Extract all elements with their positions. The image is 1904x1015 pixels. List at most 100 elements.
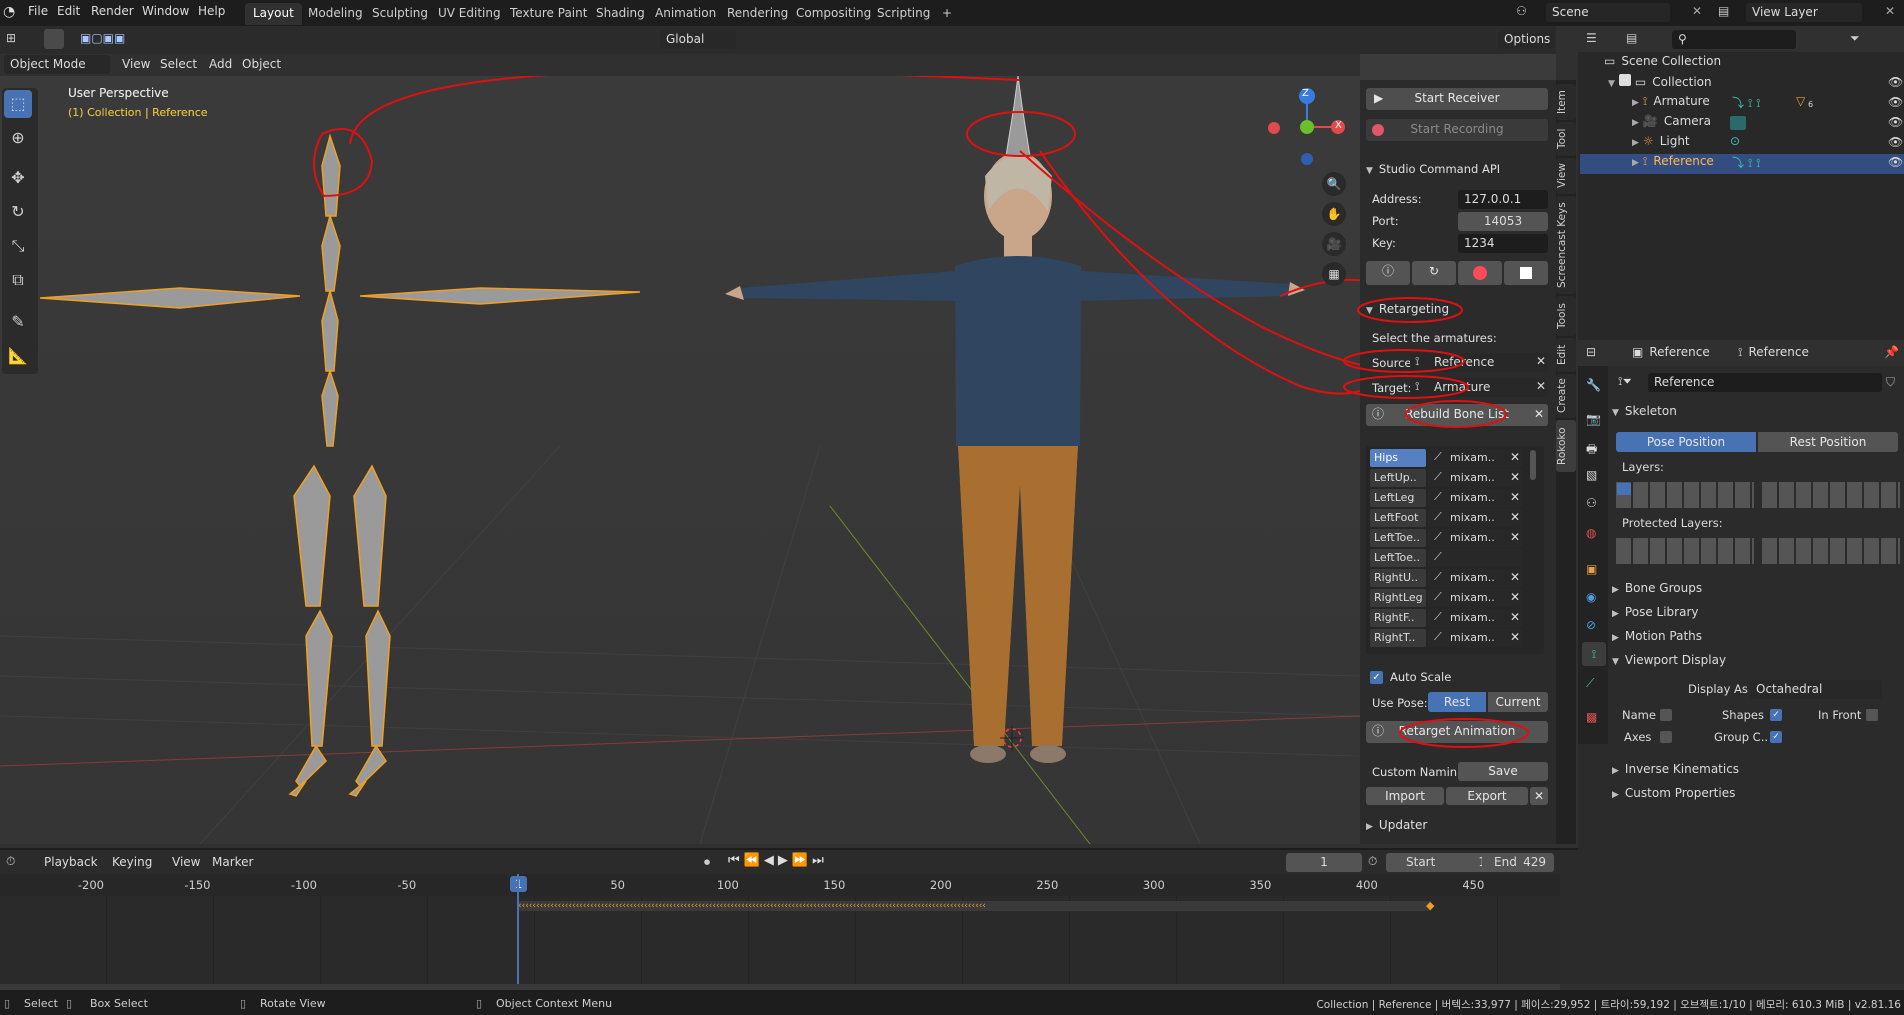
transform-tool-icon[interactable]: ⧉ (4, 266, 32, 294)
record-icon[interactable] (1458, 261, 1502, 285)
protected-layer-grid[interactable] (1616, 538, 1754, 564)
in-front-checkbox[interactable] (1866, 709, 1878, 721)
eye-icon[interactable]: 👁 (1888, 115, 1903, 129)
editor-type-icon[interactable]: ☰ (1586, 31, 1597, 45)
scale-tool-icon[interactable]: ⤡ (4, 232, 32, 260)
menu-playback[interactable]: Playback (44, 855, 98, 869)
display-as-select[interactable]: Octahedral (1750, 680, 1882, 699)
skeleton-header[interactable]: ▼ Skeleton (1612, 404, 1677, 418)
eye-icon[interactable]: 👁 (1888, 75, 1903, 89)
keyframe-end-icon[interactable]: ◆ (1426, 899, 1434, 912)
pin-icon[interactable]: 📌 (1884, 345, 1899, 359)
perspective-toggle-icon[interactable]: ▦ (1322, 262, 1346, 286)
tab-item[interactable]: Item (1556, 84, 1576, 120)
motion-paths-header[interactable]: ▶ Motion Paths (1612, 629, 1702, 643)
eye-icon[interactable]: 👁 (1888, 155, 1903, 169)
close-icon[interactable]: ✕ (1885, 4, 1895, 18)
measure-tool-icon[interactable]: 📐 (4, 342, 32, 370)
tab-create[interactable]: Create (1556, 374, 1576, 418)
port-field[interactable]: 14053 (1458, 212, 1548, 231)
key-field[interactable]: 1234 (1458, 234, 1548, 253)
name-checkbox[interactable] (1660, 709, 1672, 721)
view-layer-field[interactable]: View Layer (1746, 3, 1862, 22)
start-receiver-button[interactable]: ▶ Start Receiver (1366, 88, 1548, 110)
tab-shading[interactable]: Shading (588, 3, 653, 25)
view-layer-icon[interactable]: ▤ (1718, 4, 1729, 18)
collection-row[interactable]: ▼ ▭ Collection 👁 (1580, 74, 1904, 94)
menu-window[interactable]: Window (142, 4, 189, 18)
fake-user-icon[interactable]: ⛉ (1886, 375, 1895, 390)
eye-icon[interactable]: 👁 (1888, 95, 1903, 109)
menu-view[interactable]: View (122, 57, 150, 71)
tab-edit[interactable]: Edit (1556, 338, 1576, 372)
menu-help[interactable]: Help (198, 4, 225, 18)
pose-library-header[interactable]: ▶ Pose Library (1612, 605, 1698, 619)
menu-select[interactable]: Select (160, 57, 197, 71)
tab-view[interactable]: View (1556, 158, 1576, 194)
tab-animation[interactable]: Animation (647, 3, 724, 25)
camera-view-icon[interactable]: 🎥 (1322, 232, 1346, 256)
outliner-item-light[interactable]: ▶ ☼ Light ⊙ 👁 (1580, 134, 1904, 154)
move-tool-icon[interactable]: ✥ (4, 164, 32, 192)
address-field[interactable]: 127.0.0.1 (1458, 190, 1548, 209)
pan-hand-icon[interactable]: ✋ (1322, 202, 1346, 226)
info-icon[interactable]: ⓘ (1366, 261, 1410, 285)
rest-position-button[interactable]: Rest Position (1758, 432, 1898, 452)
start-frame-field[interactable]: Start1 (1386, 853, 1496, 872)
protected-layer-grid[interactable] (1762, 538, 1900, 564)
view-layer-props-icon[interactable]: ▧ (1586, 468, 1597, 482)
tab-layout[interactable]: Layout (245, 3, 302, 25)
menu-file[interactable]: File (28, 4, 48, 18)
orientation-select[interactable]: Global (660, 30, 736, 49)
tab-tools[interactable]: Tools (1556, 296, 1576, 336)
clock-icon[interactable]: ⏱ (1368, 854, 1377, 869)
render-props-icon[interactable]: 📷 (1586, 412, 1601, 426)
tab-compositing[interactable]: Compositing (788, 3, 879, 25)
layer-grid[interactable] (1762, 482, 1900, 508)
custom-properties-header[interactable]: ▶ Custom Properties (1612, 786, 1735, 800)
constraint-props-icon[interactable]: ⊘ (1586, 618, 1596, 632)
scene-collection-row[interactable]: ▭ Scene Collection (1580, 54, 1904, 74)
cursor-tool-icon[interactable]: ⊕ (4, 124, 32, 152)
current-frame-field[interactable]: 1 (1286, 853, 1362, 872)
record-toggle-icon[interactable]: ⏺ (704, 855, 710, 870)
mode-select[interactable]: Object Mode (4, 55, 110, 74)
data-name-field[interactable]: Reference (1648, 373, 1882, 392)
tab-rokoko[interactable]: Rokoko (1556, 420, 1576, 472)
world-props-icon[interactable]: ◍ (1586, 526, 1596, 540)
tab-tool[interactable]: Tool (1556, 122, 1576, 156)
zoom-icon[interactable]: 🔍 (1322, 172, 1346, 196)
studio-api-header[interactable]: ▼ Studio Command API (1366, 162, 1500, 176)
editor-type-icon[interactable]: ⏱ (6, 854, 15, 869)
refresh-icon[interactable]: ↻ (1412, 261, 1456, 285)
texture-props-icon[interactable]: ▩ (1586, 710, 1597, 724)
filter-icon[interactable]: ⏷ (1850, 31, 1860, 46)
physics-props-icon[interactable]: ◉ (1586, 590, 1596, 604)
pose-position-button[interactable]: Pose Position (1616, 432, 1756, 452)
object-props-icon[interactable]: ▣ (1586, 562, 1597, 576)
box-select-icon[interactable]: ▣▢▣▣ (80, 31, 125, 45)
outliner-search-input[interactable]: ⚲ (1672, 30, 1796, 49)
shapes-checkbox[interactable]: ✓ (1770, 709, 1782, 721)
axes-checkbox[interactable] (1660, 731, 1672, 743)
group-colors-checkbox[interactable]: ✓ (1770, 731, 1782, 743)
bone-groups-header[interactable]: ▶ Bone Groups (1612, 581, 1702, 595)
close-icon[interactable]: ✕ (1692, 4, 1702, 18)
import-button[interactable]: Import (1366, 787, 1444, 805)
scene-field[interactable]: Scene (1546, 3, 1670, 22)
menu-add[interactable]: Add (209, 57, 232, 71)
updater-header[interactable]: ▶ Updater (1366, 818, 1427, 832)
end-frame-field[interactable]: End 429 (1482, 853, 1554, 872)
eye-icon[interactable]: 👁 (1888, 135, 1903, 149)
output-props-icon[interactable]: 🖶 (1586, 440, 1597, 461)
select-tool-icon[interactable] (44, 29, 64, 49)
viewport-display-header[interactable]: ▼ Viewport Display (1612, 653, 1726, 667)
editor-type-icon[interactable]: ⊞ (6, 31, 16, 45)
editor-type-icon[interactable]: ⊟ (1586, 345, 1596, 359)
playback-controls[interactable]: ⏮⏪◀▶⏩⏭ (728, 853, 828, 868)
menu-view[interactable]: View (172, 855, 200, 869)
close-icon[interactable]: ✕ (1530, 787, 1548, 805)
rotate-tool-icon[interactable]: ↻ (4, 198, 32, 226)
inverse-kinematics-header[interactable]: ▶ Inverse Kinematics (1612, 762, 1739, 776)
outliner-item-armature[interactable]: ▶ ⟟ Armature ⤵ ⟟ ⟟ ▽ 6 👁 (1580, 94, 1904, 114)
